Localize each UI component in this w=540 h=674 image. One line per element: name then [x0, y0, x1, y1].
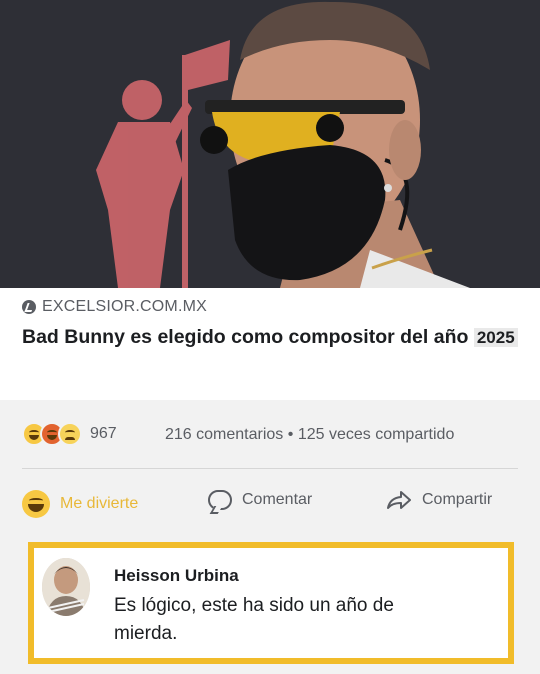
article-headline[interactable]: Bad Bunny es elegido como compositor del… [22, 324, 522, 351]
article-image[interactable] [0, 0, 540, 288]
post-actions: Me divierte Comentar Compartir [0, 478, 540, 528]
reaction-count: 967 [90, 425, 117, 442]
comment-author[interactable]: Heisson Urbina [114, 566, 239, 586]
sad-reaction-icon [58, 422, 82, 446]
headline-text: Bad Bunny es elegido como compositor del… [22, 326, 469, 348]
share-button-label: Compartir [422, 491, 493, 508]
comment-button-label: Comentar [242, 491, 313, 508]
actions-divider [22, 468, 518, 469]
comment-text: Es lógico, este ha sido un año de mierda… [114, 595, 394, 644]
headline-year: 2025 [473, 328, 518, 347]
avatar-image [42, 558, 90, 616]
article-source: EXCELSIOR.COM.MX [22, 298, 207, 316]
article-preview[interactable]: EXCELSIOR.COM.MX Bad Bunny es elegido co… [0, 288, 540, 400]
article-photo [0, 0, 540, 288]
reaction-summary[interactable]: 967 [22, 422, 117, 446]
source-domain: EXCELSIOR.COM.MX [42, 298, 208, 315]
shares-count-link[interactable]: 125 veces compartido [298, 426, 455, 443]
haha-icon [22, 490, 50, 518]
meta-separator: • [287, 426, 294, 443]
reaction-button[interactable]: Me divierte [22, 490, 138, 518]
share-button[interactable]: Compartir [386, 490, 492, 510]
reaction-button-label: Me divierte [60, 495, 139, 512]
globe-icon [22, 300, 36, 314]
highlighted-comment: Heisson Urbina Es lógico, este ha sido u… [28, 542, 514, 664]
share-arrow-icon [387, 491, 411, 509]
comments-count-link[interactable]: 216 comentarios [165, 426, 283, 443]
comment-button[interactable]: Comentar [208, 490, 312, 510]
engagement-meta: 216 comentarios • 125 veces compartido [165, 426, 454, 444]
post-stats: 967 216 comentarios • 125 veces comparti… [0, 400, 540, 468]
avatar[interactable] [42, 558, 90, 616]
comment-bubble-icon [208, 490, 232, 510]
